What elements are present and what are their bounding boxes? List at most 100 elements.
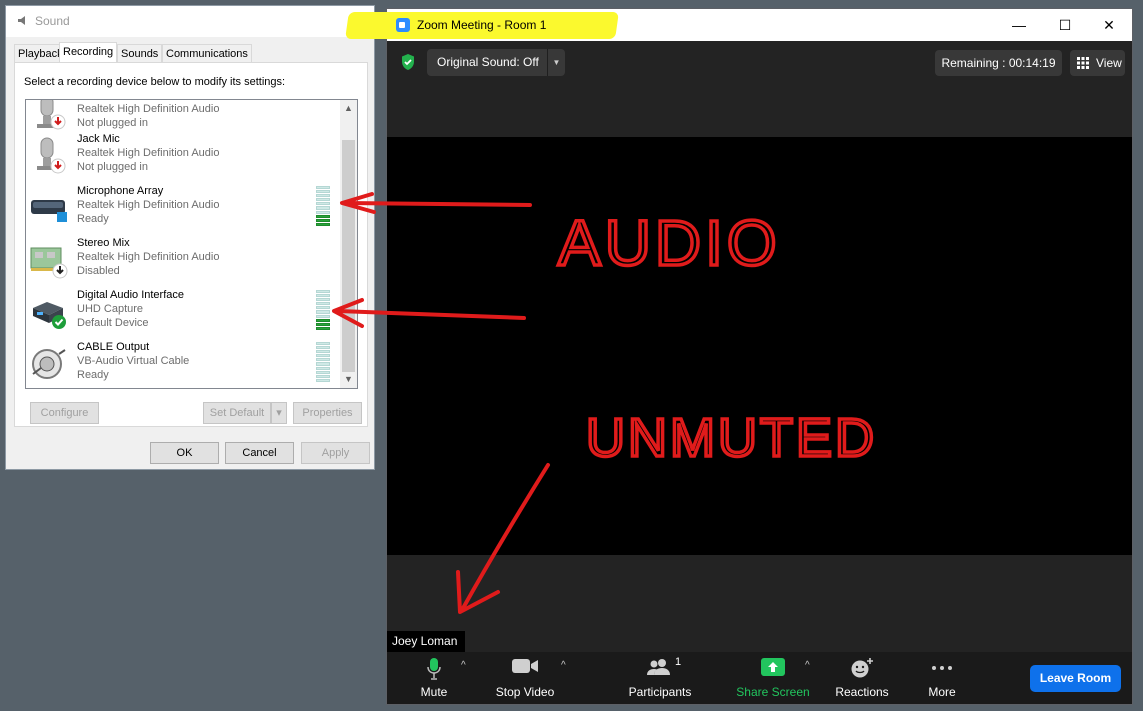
share-options-button[interactable]: ^ [801, 652, 819, 704]
video-options-button[interactable]: ^ [557, 652, 575, 704]
meter-segment [316, 342, 330, 346]
device-status: Not plugged in [77, 161, 148, 173]
participant-name-label: Joey Loman [387, 631, 465, 652]
instruction-text: Select a recording device below to modif… [24, 76, 286, 88]
participants-button[interactable]: 1 Participants [623, 652, 697, 704]
device-item-digital-audio-interface[interactable]: Digital Audio Interface UHD Capture Defa… [26, 286, 340, 338]
device-name: CABLE Output [77, 341, 150, 353]
tab-recording[interactable]: Recording [59, 42, 118, 63]
scroll-up-icon[interactable]: ▲ [340, 100, 357, 117]
device-item-microphone-array[interactable]: Microphone Array Realtek High Definition… [26, 182, 340, 234]
sound-titlebar[interactable]: Sound ✕ [6, 6, 374, 37]
level-meter [316, 342, 330, 382]
meeting-toolbar: Mute ^ Stop Video ^ 1 Participants Share… [387, 652, 1132, 704]
meter-segment [316, 322, 330, 326]
device-list-scrollbar[interactable]: ▲ ▼ [340, 100, 357, 388]
level-meter [316, 290, 330, 330]
device-driver: Realtek High Definition Audio [77, 199, 220, 211]
security-shield-icon[interactable] [400, 53, 416, 71]
ok-button[interactable]: OK [150, 442, 219, 464]
meter-segment [316, 314, 330, 318]
meter-segment [316, 378, 330, 382]
meter-segment [316, 370, 330, 374]
close-icon[interactable]: ✕ [1086, 9, 1132, 41]
video-camera-icon [512, 659, 538, 673]
participants-count: 1 [675, 656, 682, 668]
device-list[interactable]: Realtek High Definition Audio Not plugge… [25, 99, 358, 389]
meter-segment [316, 346, 330, 350]
tab-communications[interactable]: Communications [162, 44, 252, 62]
device-driver: Realtek High Definition Audio [77, 147, 220, 159]
device-item-cable-output[interactable]: CABLE Output VB-Audio Virtual Cable Read… [26, 338, 340, 388]
reactions-button[interactable]: Reactions [831, 652, 893, 704]
meter-segment [316, 190, 330, 194]
share-screen-icon [761, 658, 785, 676]
more-label: More [928, 685, 956, 699]
microphone-icon [37, 137, 66, 174]
scroll-down-icon[interactable]: ▼ [340, 371, 357, 388]
maximize-icon[interactable]: ☐ [1042, 9, 1088, 41]
audio-interface-icon [33, 302, 66, 329]
zoom-window: Zoom Meeting - Room 1 — ☐ ✕ Original Sou… [345, 8, 1133, 705]
original-sound-label: Original Sound: Off [437, 55, 539, 69]
tab-sounds[interactable]: Sounds [117, 44, 163, 62]
chevron-up-icon: ^ [461, 660, 466, 671]
meter-segment [316, 202, 330, 206]
meter-segment [316, 326, 330, 330]
remaining-time: Remaining : 00:14:19 [935, 50, 1062, 76]
set-default-button[interactable]: Set Default [203, 402, 271, 424]
meter-segment [316, 186, 330, 190]
device-name: Digital Audio Interface [77, 289, 185, 301]
meeting-topbar: Original Sound: Off ▼ Remaining : 00:14:… [387, 41, 1132, 137]
chevron-down-icon: ▾ [276, 407, 282, 419]
device-status: Not plugged in [77, 117, 148, 129]
meter-segment [316, 198, 330, 202]
device-name: Stereo Mix [77, 237, 130, 249]
meter-segment [316, 354, 330, 358]
meter-segment [316, 302, 330, 306]
meter-segment [316, 298, 330, 302]
original-sound-dropdown[interactable]: ▼ [547, 49, 565, 76]
more-button[interactable]: More [917, 652, 967, 704]
apply-button[interactable]: Apply [301, 442, 370, 464]
meter-segment [316, 350, 330, 354]
view-label: View [1096, 56, 1122, 70]
meter-segment [316, 290, 330, 294]
device-status: Disabled [77, 265, 120, 277]
scrollbar-thumb[interactable] [342, 140, 355, 372]
meter-segment [316, 210, 330, 214]
microphone-icon [427, 658, 441, 680]
set-default-dropdown[interactable]: ▾ [271, 402, 287, 424]
original-sound-toggle[interactable]: Original Sound: Off ▼ [427, 49, 565, 76]
meter-segment [316, 218, 330, 222]
leave-room-button[interactable]: Leave Room [1030, 665, 1121, 692]
sound-title: Sound [35, 14, 70, 28]
properties-button[interactable]: Properties [293, 402, 362, 424]
level-meter [316, 186, 330, 226]
zoom-logo-icon [396, 18, 410, 32]
device-item-jack-mic[interactable]: Jack Mic Realtek High Definition Audio N… [26, 130, 340, 182]
chevron-down-icon: ▼ [552, 58, 561, 67]
meter-segment [316, 374, 330, 378]
meter-segment [316, 206, 330, 210]
share-screen-button[interactable]: Share Screen [735, 652, 811, 704]
device-status: Ready [77, 369, 109, 381]
main-video-area [387, 137, 1132, 555]
zoom-titlebar[interactable]: Zoom Meeting - Room 1 — ☐ ✕ [345, 9, 1132, 41]
meter-segment [316, 194, 330, 198]
minimize-icon[interactable]: — [996, 9, 1042, 41]
meter-segment [316, 214, 330, 218]
view-button[interactable]: View [1070, 50, 1125, 76]
audio-options-button[interactable]: ^ [457, 652, 475, 704]
cancel-button[interactable]: Cancel [225, 442, 294, 464]
configure-button[interactable]: Configure [30, 402, 99, 424]
meter-segment [316, 294, 330, 298]
meter-segment [316, 222, 330, 226]
recording-panel: Select a recording device below to modif… [14, 62, 368, 427]
sound-dialog: Sound ✕ Playback Recording Sounds Commun… [5, 5, 375, 470]
device-item-stereo-mix[interactable]: Stereo Mix Realtek High Definition Audio… [26, 234, 340, 286]
mute-button[interactable]: Mute [411, 652, 457, 704]
sound-card-icon [30, 247, 68, 279]
meter-segment [316, 306, 330, 310]
stop-video-button[interactable]: Stop Video [491, 652, 559, 704]
